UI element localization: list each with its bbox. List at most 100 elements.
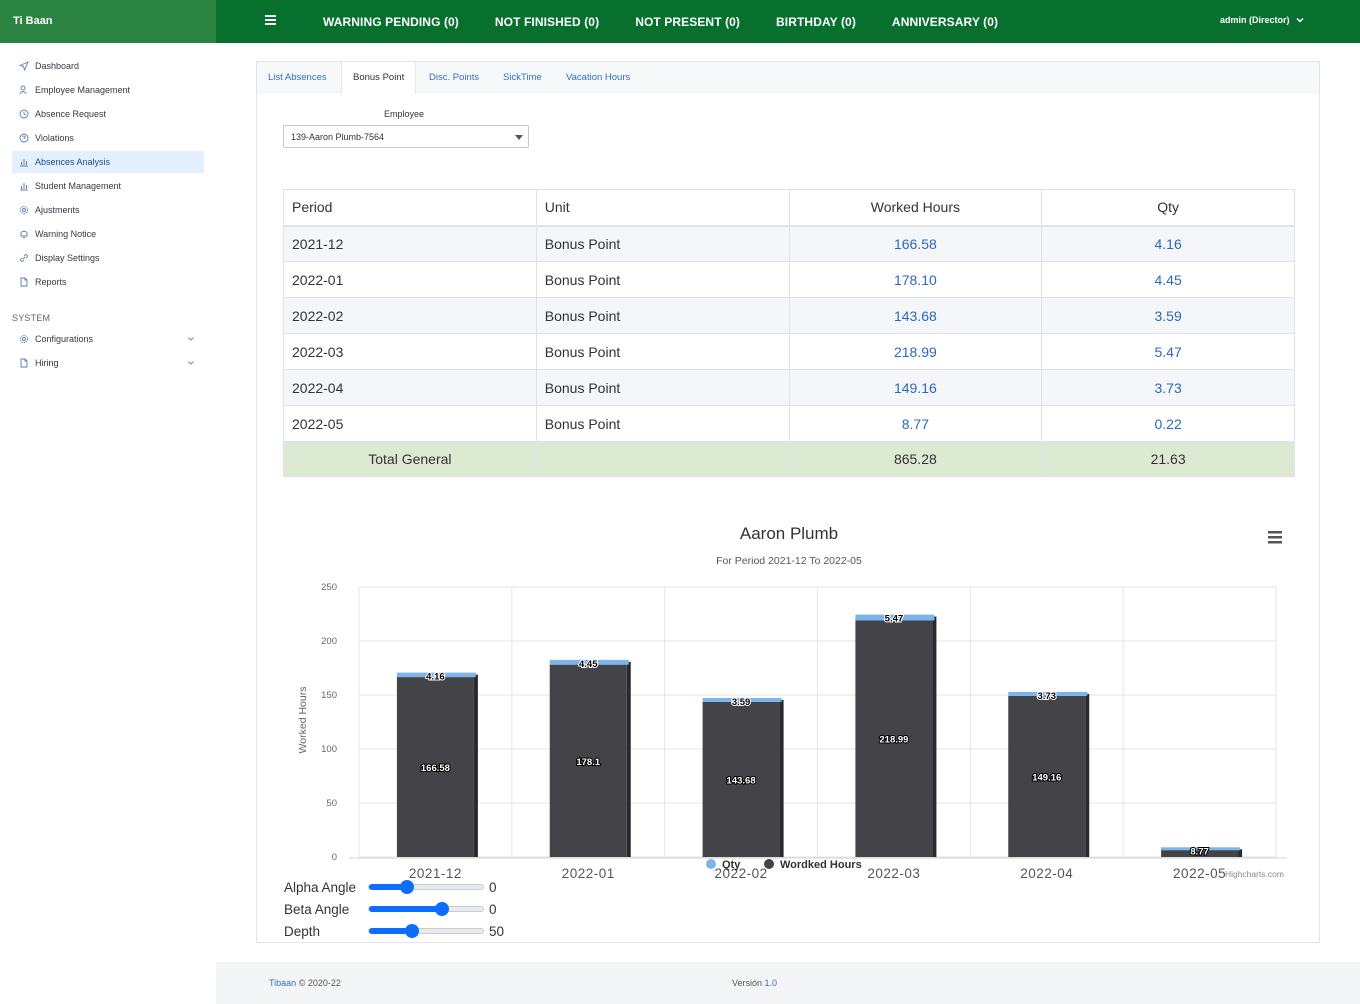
tab-vacation-hours[interactable]: Vacation Hours [566, 62, 630, 93]
sidebar-item-hiring[interactable]: Hiring [12, 352, 204, 374]
nav-anniversary[interactable]: ANNIVERSARY (0) [892, 15, 998, 29]
depth-slider[interactable] [368, 924, 484, 938]
chart-title: Aaron Plumb [740, 524, 838, 543]
bar-side [779, 699, 784, 857]
y-axis-ticks: 0 50 100 150 200 250 [321, 582, 337, 863]
chart-grid [349, 586, 1286, 859]
chart-container: Aaron Plumb For Period 2021-12 To 2022-0… [283, 507, 1295, 882]
cell-unit: Bonus Point [535, 369, 790, 406]
gear-icon [19, 205, 29, 215]
x-tick-label: 2022-04 [1020, 866, 1073, 881]
nav-warning-pending[interactable]: WARNING PENDING (0) [323, 15, 459, 29]
bar-chart-icon [20, 183, 28, 191]
user-menu[interactable]: admin (Director) [1220, 15, 1304, 25]
alpha-angle-slider[interactable] [368, 880, 484, 894]
bar-side [626, 661, 631, 857]
cell-period: 2022-03 [283, 333, 537, 370]
employee-select[interactable]: 139-Aaron Plumb-7564 [283, 125, 529, 148]
nav-birthday[interactable]: BIRTHDAY (0) [776, 15, 856, 29]
beta-angle-slider[interactable] [368, 902, 484, 916]
version-link[interactable]: 1.0 [765, 978, 778, 988]
sidebar-item-label: Configurations [35, 334, 94, 344]
slider-thumb[interactable] [434, 902, 449, 916]
footer-brand-link[interactable]: Tibaan [269, 978, 296, 988]
menu-toggle-icon[interactable] [265, 13, 276, 29]
cell-total-label: Total General [283, 441, 537, 477]
chart-credits[interactable]: Highcharts.com [1225, 869, 1284, 879]
sidebar-item-label: Violations [35, 133, 74, 143]
cell-total-worked-hours: 865.28 [788, 441, 1043, 477]
cell-worked-hours[interactable]: 166.58 [788, 225, 1043, 262]
table-row: 2022-02 Bonus Point 143.68 3.59 [283, 297, 1295, 334]
sidebar-item-ajustments[interactable]: Ajustments [12, 199, 204, 221]
cell-worked-hours[interactable]: 178.10 [788, 261, 1043, 298]
employee-select-value: 139-Aaron Plumb-7564 [291, 132, 385, 142]
slider-thumb[interactable] [399, 880, 414, 894]
cell-qty[interactable]: 0.22 [1041, 405, 1295, 442]
cell-qty[interactable]: 5.47 [1041, 333, 1295, 370]
sidebar-item-employee-management[interactable]: Employee Management [12, 79, 204, 101]
cell-period: 2022-02 [283, 297, 537, 334]
sidebar-item-label: Display Settings [35, 253, 100, 263]
tab-sicktime[interactable]: SickTime [503, 62, 542, 93]
cell-worked-hours[interactable]: 8.77 [788, 405, 1043, 442]
sidebar-item-configurations[interactable]: Configurations [12, 328, 204, 350]
cell-qty[interactable]: 4.45 [1041, 261, 1295, 298]
gear-icon [19, 334, 29, 344]
cell-qty[interactable]: 3.73 [1041, 369, 1295, 406]
sidebar-item-violations[interactable]: Violations [12, 127, 204, 149]
data-label-worked-hours: 218.99 [879, 735, 908, 746]
data-label-worked-hours: 149.16 [1032, 772, 1061, 783]
file-icon [20, 277, 28, 287]
bar-side [1085, 693, 1090, 857]
table-row: 2022-03 Bonus Point 218.99 5.47 [283, 333, 1295, 370]
legend-item[interactable]: Wordked Hours [764, 859, 862, 871]
legend-item[interactable]: Qty [706, 859, 741, 871]
sidebar-item-display-settings[interactable]: Display Settings [12, 247, 204, 269]
cell-unit: Bonus Point [535, 225, 790, 262]
cell-qty[interactable]: 3.59 [1041, 297, 1295, 334]
send-icon [19, 61, 29, 71]
cell-qty[interactable]: 4.16 [1041, 225, 1295, 262]
slider-thumb[interactable] [405, 924, 420, 938]
sidebar-item-label: Absences Analysis [35, 157, 111, 167]
sidebar-item-absence-request[interactable]: Absence Request [12, 103, 204, 125]
sidebar-item-label: Reports [35, 277, 67, 287]
slider-value: 0 [489, 901, 497, 917]
footer-version: Versión 1.0 [732, 978, 777, 988]
cell-worked-hours[interactable]: 143.68 [788, 297, 1043, 334]
chart-menu-icon[interactable] [1268, 531, 1282, 544]
slider-row-depth: Depth 50 [284, 921, 504, 941]
y-tick-label: 200 [321, 636, 337, 647]
sidebar-item-student-management[interactable]: Student Management [12, 175, 204, 197]
slider-row-alpha: Alpha Angle 0 [284, 877, 497, 897]
sidebar-item-label: Ajustments [35, 205, 80, 215]
sidebar-item-absences-analysis[interactable]: Absences Analysis [12, 151, 204, 173]
nav-not-finished[interactable]: NOT FINISHED (0) [495, 15, 599, 29]
cell-unit: Bonus Point [535, 405, 790, 442]
tab-list-absences[interactable]: List Absences [268, 62, 327, 93]
data-label-qty: 3.59 [732, 697, 751, 708]
nav-not-present[interactable]: NOT PRESENT (0) [635, 15, 740, 29]
sidebar-item-dashboard[interactable]: Dashboard [12, 55, 204, 77]
cell-worked-hours[interactable]: 149.16 [788, 369, 1043, 406]
chevron-down-icon [1295, 17, 1304, 23]
cell-unit: Bonus Point [535, 261, 790, 298]
data-label-qty: 3.73 [1038, 691, 1057, 702]
chart-legend: Qty Wordked Hours [706, 859, 862, 871]
sidebar-item-warning-notice[interactable]: Warning Notice [12, 223, 204, 245]
data-label-worked-hours: 8.77 [1190, 847, 1209, 858]
data-label-qty: 5.47 [885, 614, 904, 625]
bonus-point-table: Period Unit Worked Hours Qty 2021-12 Bon… [283, 189, 1295, 477]
slider-label: Alpha Angle [284, 879, 357, 895]
slider-label: Depth [284, 923, 321, 939]
table-total-row: Total General 865.28 21.63 [283, 441, 1295, 477]
data-label-worked-hours: 178.1 [576, 757, 600, 768]
tab-disc-points[interactable]: Disc. Points [429, 62, 479, 93]
brand-logo[interactable]: Ti Baan [0, 0, 216, 43]
sidebar-section-title: SYSTEM [12, 313, 51, 323]
column-header-unit: Unit [535, 189, 790, 227]
sidebar-item-reports[interactable]: Reports [12, 271, 204, 293]
tab-bonus-point[interactable]: Bonus Point [341, 62, 417, 94]
cell-worked-hours[interactable]: 218.99 [788, 333, 1043, 370]
